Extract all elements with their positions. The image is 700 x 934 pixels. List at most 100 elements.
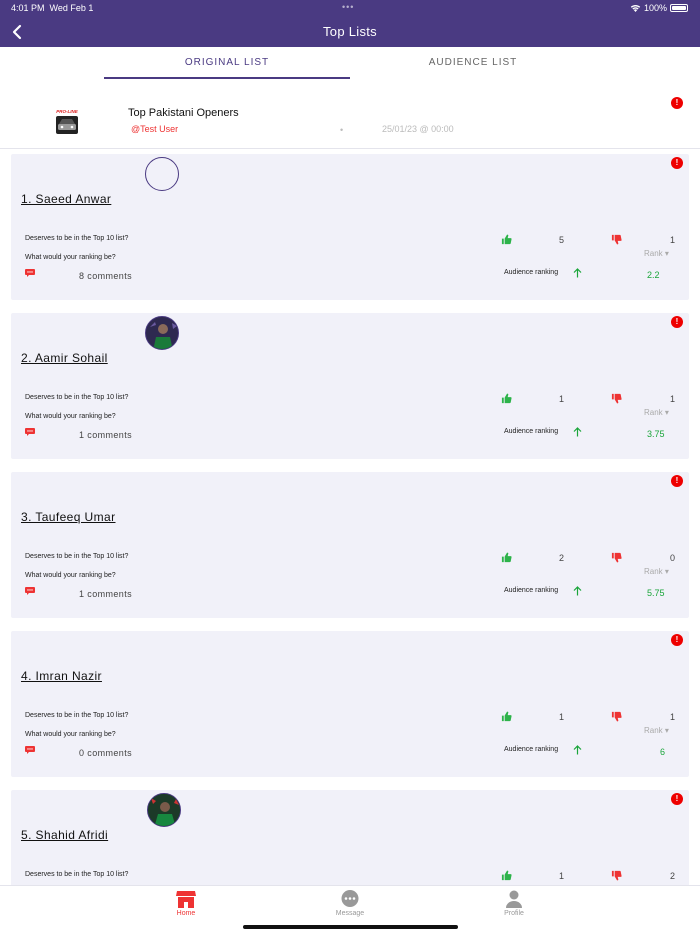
rank-dropdown[interactable]: Rank ▾: [644, 408, 669, 417]
nav-profile[interactable]: Profile: [484, 890, 544, 917]
rank-dropdown[interactable]: Rank ▾: [644, 249, 669, 258]
player-name[interactable]: 3. Taufeeq Umar: [21, 510, 116, 524]
comments-count[interactable]: 0 comments: [79, 748, 132, 758]
list-header: PRO-LINE Top Pakistani Openers @Test Use…: [0, 95, 700, 149]
report-alert-icon[interactable]: !: [671, 793, 683, 805]
arrow-up-icon: [573, 586, 582, 596]
ranking-question: What would your ranking be?: [25, 413, 116, 420]
player-card: 2. Aamir Sohail ! Deserves to be in the …: [11, 313, 689, 459]
report-alert-icon[interactable]: !: [671, 157, 683, 169]
thumbs-up-icon[interactable]: [501, 870, 512, 881]
audience-score: 3.75: [647, 429, 665, 439]
deserves-question: Deserves to be in the Top 10 list?: [25, 553, 129, 560]
ranking-question: What would your ranking be?: [25, 254, 116, 261]
thumbs-up-icon[interactable]: [501, 234, 512, 245]
list-logo-icon: PRO-LINE: [56, 109, 79, 134]
nav-message-label: Message: [335, 910, 365, 917]
likes-count: 5: [559, 235, 565, 245]
comment-icon[interactable]: [25, 746, 35, 754]
player-name[interactable]: 1. Saeed Anwar: [21, 192, 111, 206]
comment-icon[interactable]: [25, 428, 35, 436]
audience-score: 5.75: [647, 588, 665, 598]
home-indicator[interactable]: [243, 925, 458, 929]
comments-count[interactable]: 8 comments: [79, 271, 132, 281]
user-icon: [506, 890, 522, 908]
wifi-icon: [630, 4, 641, 12]
player-card: 1. Saeed Anwar ! Deserves to be in the T…: [11, 154, 689, 300]
player-card: 3. Taufeeq Umar ! Deserves to be in the …: [11, 472, 689, 618]
rank-dropdown[interactable]: Rank ▾: [644, 726, 669, 735]
likes-count: 1: [559, 871, 565, 881]
thumbs-up-icon[interactable]: [501, 552, 512, 563]
chat-bubble-icon: [341, 890, 359, 907]
player-avatar: [147, 793, 181, 827]
player-card: 4. Imran Nazir ! Deserves to be in the T…: [11, 631, 689, 777]
deserves-question: Deserves to be in the Top 10 list?: [25, 712, 129, 719]
comment-icon[interactable]: [25, 587, 35, 595]
audience-score: 2.2: [647, 270, 660, 280]
list-date: 25/01/23 @ 00:00: [382, 124, 454, 134]
status-time: 4:01 PM Wed Feb 1: [11, 3, 94, 13]
likes-count: 2: [559, 553, 565, 563]
thumbs-down-icon[interactable]: [611, 711, 622, 722]
player-name[interactable]: 5. Shahid Afridi: [21, 828, 108, 842]
list-author-link[interactable]: @Test User: [131, 124, 178, 134]
header-bar: 4:01 PM Wed Feb 1 ••• 100% Top Lists: [0, 0, 700, 47]
thumbs-up-icon[interactable]: [501, 711, 512, 722]
deserves-question: Deserves to be in the Top 10 list?: [25, 235, 129, 242]
audience-ranking-label: Audience ranking: [504, 746, 559, 753]
list-tabs: ORIGINAL LIST AUDIENCE LIST: [0, 47, 700, 80]
ranking-question: What would your ranking be?: [25, 731, 116, 738]
thumbs-down-icon[interactable]: [611, 552, 622, 563]
player-avatar: [145, 157, 179, 191]
tab-original-list[interactable]: ORIGINAL LIST: [104, 57, 350, 79]
tab-audience-list[interactable]: AUDIENCE LIST: [350, 57, 596, 68]
comments-count[interactable]: 1 comments: [79, 430, 132, 440]
audience-ranking-label: Audience ranking: [504, 428, 559, 435]
player-avatar: [145, 316, 179, 350]
report-alert-icon[interactable]: !: [671, 475, 683, 487]
report-alert-icon[interactable]: !: [671, 634, 683, 646]
comment-icon[interactable]: [25, 269, 35, 277]
nav-home[interactable]: Home: [156, 890, 216, 917]
page-title: Top Lists: [322, 24, 377, 39]
dislikes-count: 1: [670, 712, 676, 722]
arrow-up-icon: [573, 745, 582, 755]
audience-score: 6: [660, 747, 666, 757]
arrow-up-icon: [573, 268, 582, 278]
player-name[interactable]: 4. Imran Nazir: [21, 669, 102, 683]
deserves-question: Deserves to be in the Top 10 list?: [25, 394, 129, 401]
thumbs-up-icon[interactable]: [501, 393, 512, 404]
store-icon: [176, 891, 196, 908]
dislikes-count: 0: [670, 553, 676, 563]
status-bar: 4:01 PM Wed Feb 1 ••• 100%: [0, 0, 700, 17]
likes-count: 1: [559, 712, 565, 722]
arrow-up-icon: [573, 427, 582, 437]
nav-profile-label: Profile: [504, 910, 524, 917]
deserves-question: Deserves to be in the Top 10 list?: [25, 871, 129, 878]
thumbs-down-icon[interactable]: [611, 870, 622, 881]
status-right: 100%: [630, 3, 688, 13]
battery-percent: 100%: [643, 3, 667, 13]
ranking-question: What would your ranking be?: [25, 572, 116, 579]
comments-count[interactable]: 1 comments: [79, 589, 132, 599]
audience-ranking-label: Audience ranking: [504, 269, 559, 276]
list-title: Top Pakistani Openers: [128, 107, 239, 119]
svg-text:PRO-LINE: PRO-LINE: [56, 109, 78, 114]
rank-dropdown[interactable]: Rank ▾: [644, 567, 669, 576]
dislikes-count: 2: [670, 871, 676, 881]
thumbs-down-icon[interactable]: [611, 234, 622, 245]
nav-home-label: Home: [176, 910, 196, 917]
audience-ranking-label: Audience ranking: [504, 587, 559, 594]
likes-count: 1: [559, 394, 565, 404]
dislikes-count: 1: [670, 235, 676, 245]
report-alert-icon[interactable]: !: [671, 97, 683, 109]
thumbs-down-icon[interactable]: [611, 393, 622, 404]
multitasking-dots-icon[interactable]: •••: [342, 2, 354, 12]
app: 4:01 PM Wed Feb 1 ••• 100% Top Lists ORI…: [0, 0, 700, 934]
report-alert-icon[interactable]: !: [671, 316, 683, 328]
list-separator: •: [340, 125, 344, 135]
player-name[interactable]: 2. Aamir Sohail: [21, 351, 108, 365]
nav-message[interactable]: Message: [320, 890, 380, 917]
dislikes-count: 1: [670, 394, 676, 404]
